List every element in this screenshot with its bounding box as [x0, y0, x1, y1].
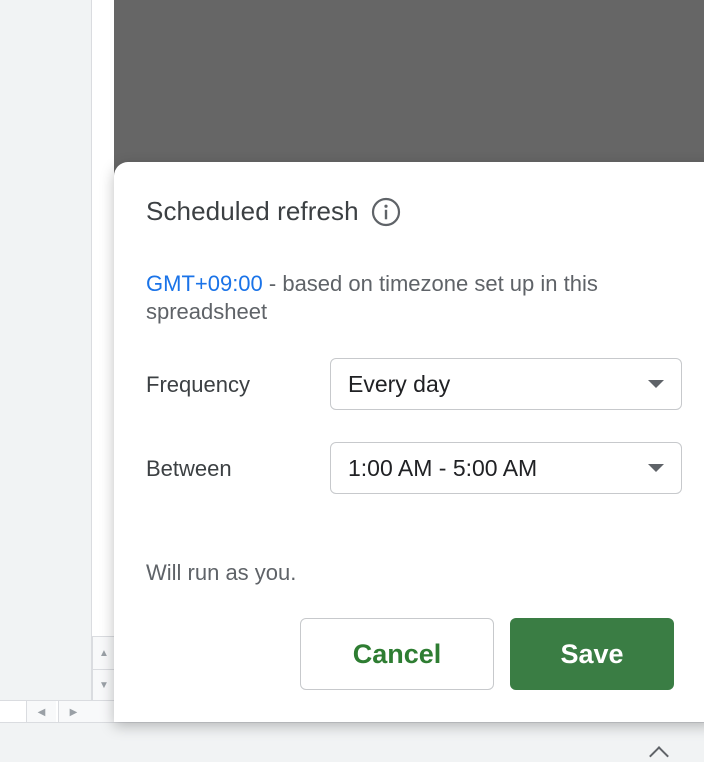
between-value: 1:00 AM - 5:00 AM	[348, 454, 538, 481]
triangle-right-icon: ▶	[69, 706, 78, 718]
dialog-header: Scheduled refresh	[146, 196, 401, 227]
timezone-link[interactable]: GMT+09:00	[146, 271, 263, 296]
bottom-status-bar	[0, 722, 704, 762]
scheduled-refresh-dialog: Scheduled refresh GMT+09:00 - based on t…	[114, 162, 704, 722]
scroll-spacer	[0, 701, 26, 723]
sheet-grid-edge	[92, 0, 114, 722]
triangle-left-icon: ◀	[37, 706, 46, 718]
dialog-title: Scheduled refresh	[146, 196, 359, 226]
save-button[interactable]: Save	[510, 618, 674, 690]
frequency-value: Every day	[348, 370, 451, 397]
vertical-scroll-buttons: ▲ ▼	[92, 636, 115, 701]
between-label: Between	[146, 456, 232, 481]
horizontal-scroll-bar: ◀ ▶	[0, 700, 114, 723]
frequency-select[interactable]: Every day	[330, 358, 682, 410]
sheet-left-panel	[0, 0, 92, 722]
chevron-up-icon[interactable]	[649, 746, 669, 762]
triangle-down-icon: ▼	[99, 680, 109, 691]
scroll-down-button[interactable]: ▼	[93, 669, 115, 701]
chevron-down-icon	[648, 464, 664, 472]
scroll-up-button[interactable]: ▲	[93, 637, 115, 669]
chevron-down-icon	[648, 380, 664, 388]
between-select[interactable]: 1:00 AM - 5:00 AM	[330, 442, 682, 494]
timezone-description: GMT+09:00 - based on timezone set up in …	[146, 270, 666, 326]
spreadsheet-window: ▲ ▼ ◀ ▶ Scheduled refresh GMT+09:00 - ba…	[0, 0, 704, 762]
triangle-up-icon: ▲	[99, 647, 109, 659]
scroll-right-button[interactable]: ▶	[58, 701, 88, 723]
scroll-left-button[interactable]: ◀	[26, 701, 56, 723]
frequency-label: Frequency	[146, 372, 250, 397]
info-icon[interactable]	[371, 197, 401, 227]
cancel-button[interactable]: Cancel	[300, 618, 494, 690]
run-as-text: Will run as you.	[146, 560, 297, 585]
scroll-fill	[88, 701, 114, 723]
